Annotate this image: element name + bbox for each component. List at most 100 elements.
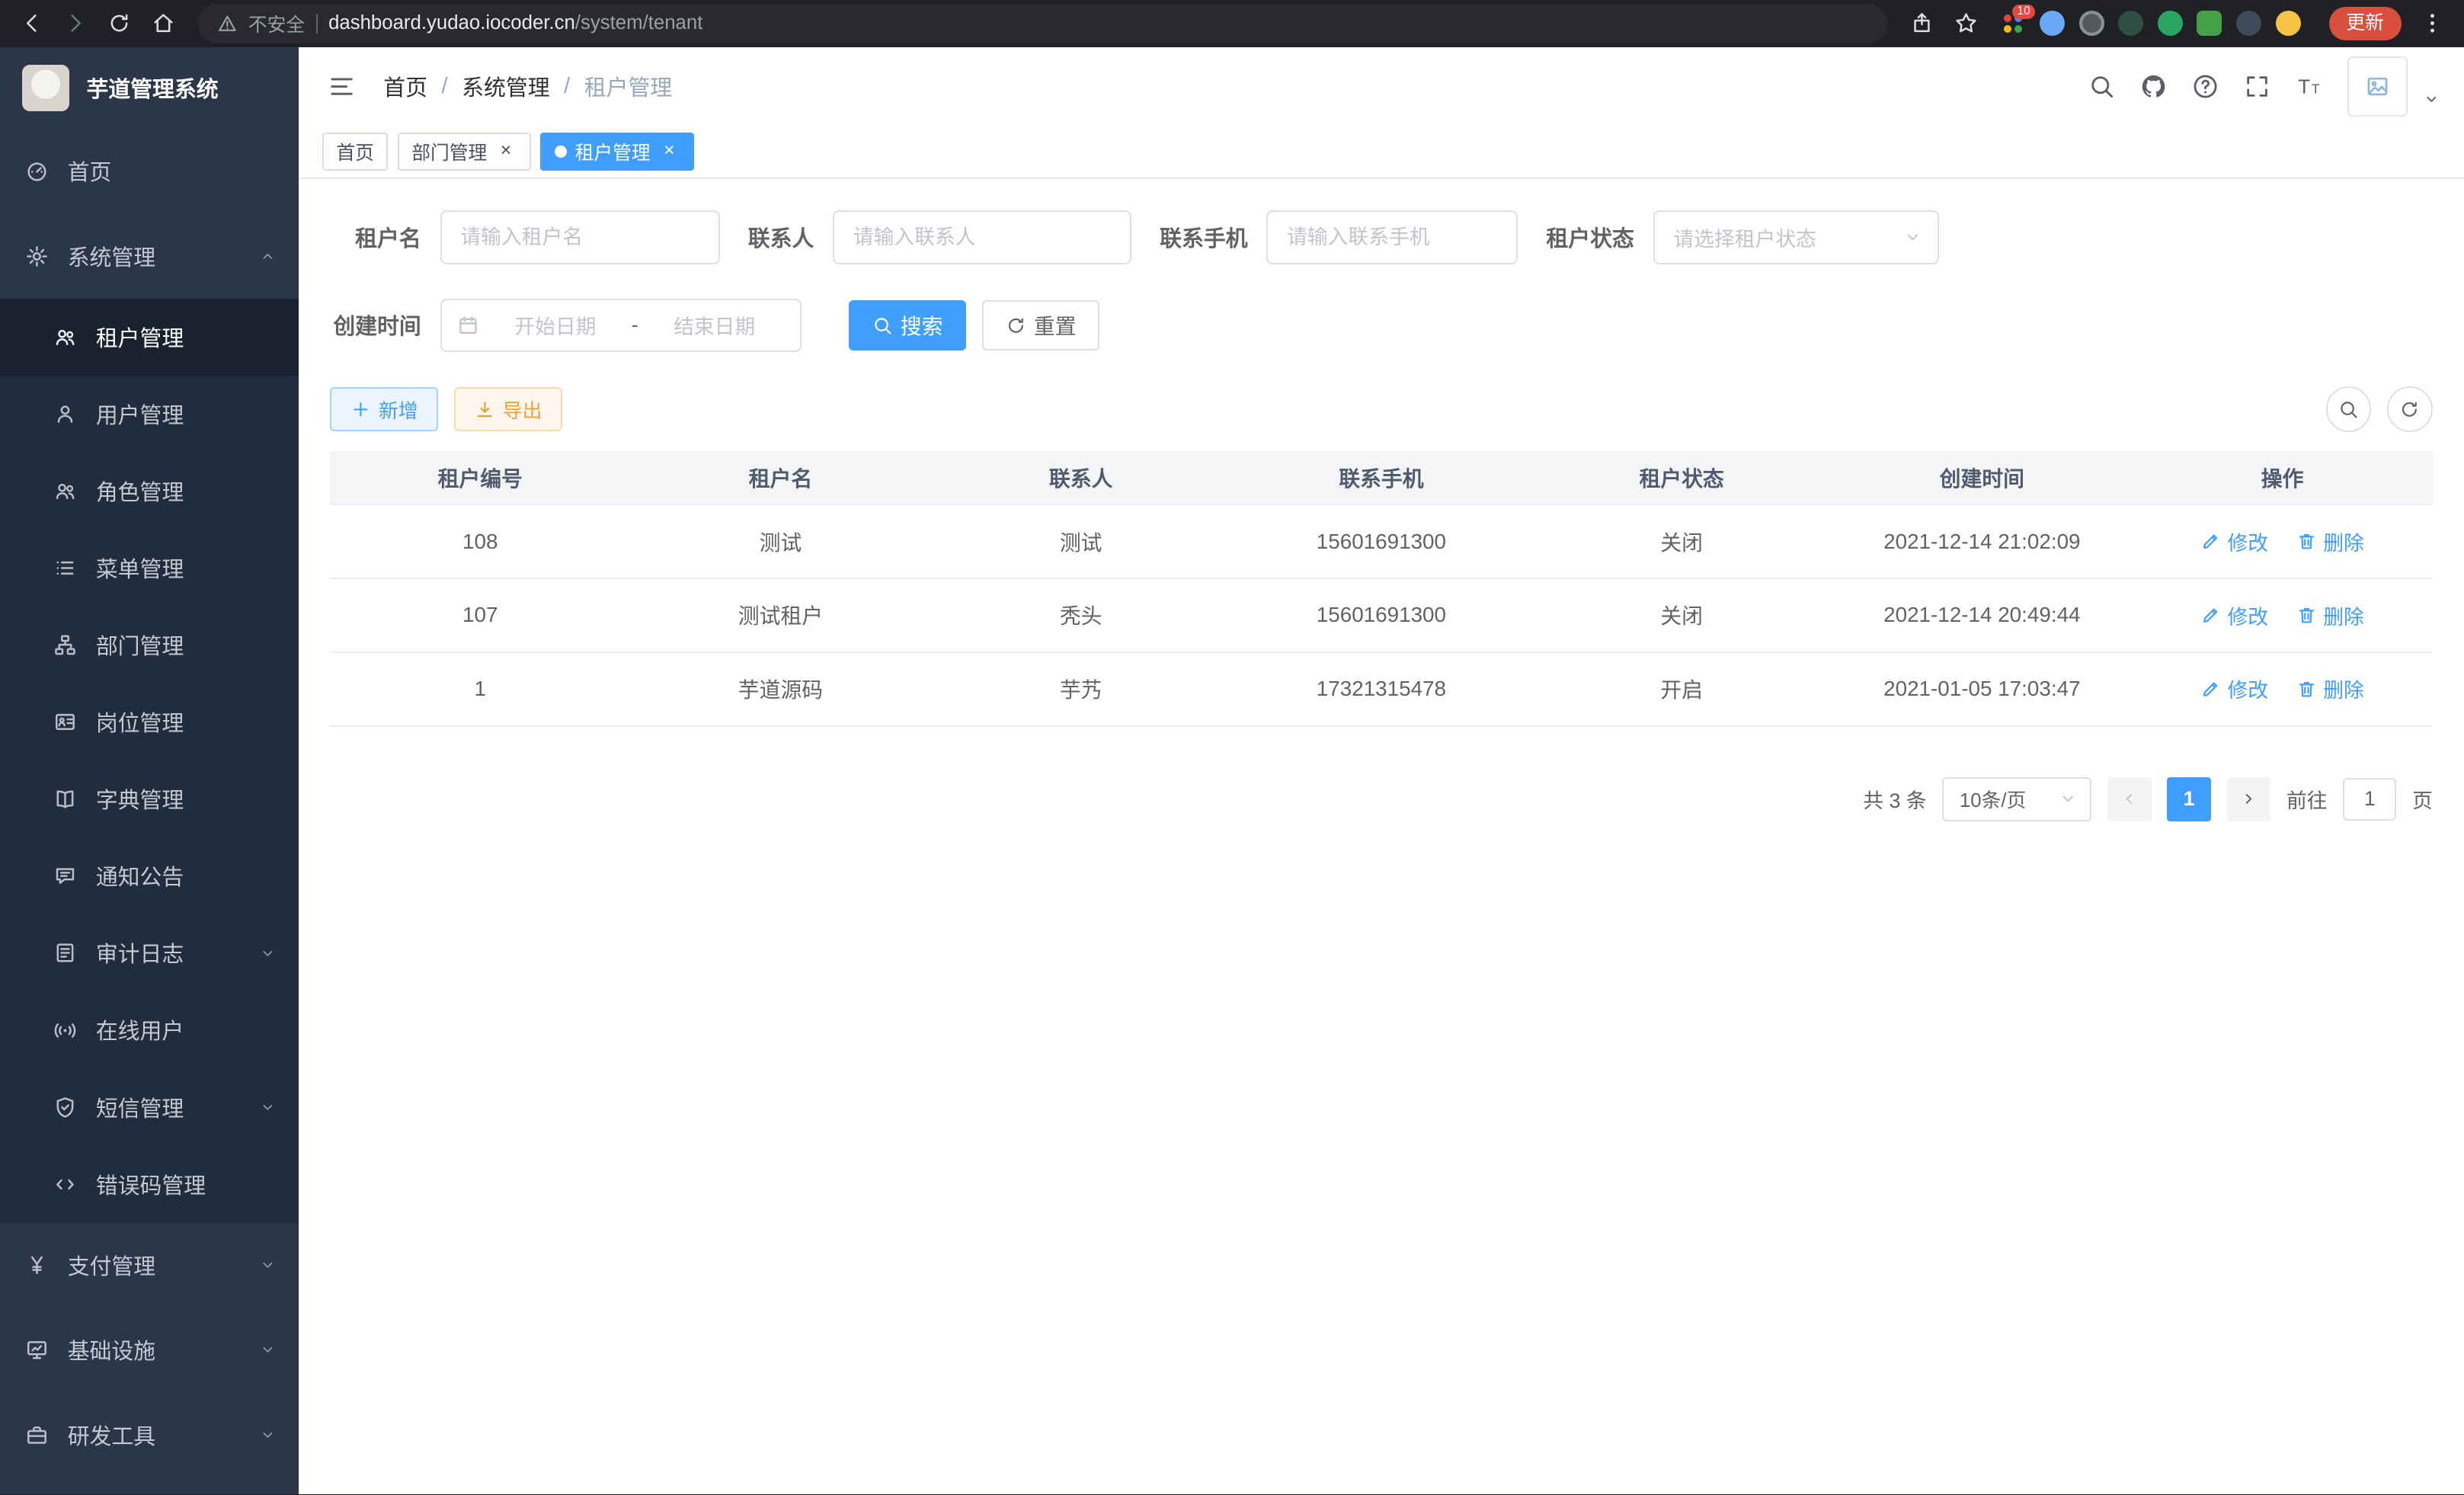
- browser-home-icon[interactable]: [145, 5, 183, 43]
- sidebar-item-label: 首页: [68, 155, 277, 187]
- delete-link[interactable]: 删除: [2296, 674, 2364, 703]
- sidebar-item-dev-tools[interactable]: 研发工具: [0, 1392, 299, 1477]
- browser-back-icon[interactable]: [13, 5, 51, 43]
- code-icon: [53, 1173, 77, 1196]
- cell-actions: 修改删除: [2132, 578, 2432, 652]
- extension-icon[interactable]: [2040, 11, 2065, 36]
- svg-text:T: T: [2299, 75, 2311, 98]
- address-bar[interactable]: 不安全 dashboard.yudao.iocoder.cn/system/te…: [198, 4, 1887, 43]
- sidebar-item-notice-announcement[interactable]: 通知公告: [0, 837, 299, 914]
- trash-icon: [2296, 531, 2317, 552]
- sidebar-item-user-management[interactable]: 用户管理: [0, 376, 299, 453]
- edit-link[interactable]: 修改: [2200, 674, 2268, 703]
- sidebar-item-audit-log[interactable]: 审计日志: [0, 914, 299, 991]
- sidebar-item-error-code-management[interactable]: 错误码管理: [0, 1146, 299, 1223]
- sidebar-item-menu-management[interactable]: 菜单管理: [0, 530, 299, 607]
- reset-button[interactable]: 重置: [982, 300, 1100, 351]
- bookmark-star-icon[interactable]: [1947, 5, 1985, 43]
- sidebar-item-tenant-management[interactable]: 租户管理: [0, 299, 299, 376]
- tag-label: 租户管理: [575, 138, 651, 165]
- avatar-caret-icon[interactable]: [2423, 91, 2440, 108]
- sidebar-item-dept-management[interactable]: 部门管理: [0, 607, 299, 683]
- sidebar-item-role-management[interactable]: 角色管理: [0, 453, 299, 530]
- sidebar-item-post-management[interactable]: 岗位管理: [0, 683, 299, 760]
- extension-icon[interactable]: [2197, 11, 2222, 36]
- extension-icon[interactable]: [2276, 11, 2301, 36]
- sidebar-item-dict-management[interactable]: 字典管理: [0, 760, 299, 837]
- breadcrumb-home[interactable]: 首页: [383, 71, 427, 102]
- online-icon: [53, 1019, 77, 1042]
- chrome-update-button[interactable]: 更新: [2329, 7, 2402, 40]
- sidebar-item-infrastructure[interactable]: 基础设施: [0, 1308, 299, 1392]
- header-search-icon[interactable]: [2088, 73, 2115, 100]
- tenant-name-input[interactable]: [440, 210, 720, 264]
- tag-tenant-management[interactable]: 租户管理 ×: [540, 133, 694, 171]
- delete-link[interactable]: 删除: [2296, 527, 2364, 556]
- svg-text:T: T: [2312, 81, 2320, 96]
- delete-link[interactable]: 删除: [2296, 600, 2364, 630]
- goto-page-input[interactable]: [2343, 778, 2396, 821]
- page-1-button[interactable]: 1: [2167, 777, 2211, 821]
- book-icon: [53, 787, 77, 811]
- close-icon[interactable]: ×: [495, 141, 517, 163]
- extension-icon[interactable]: 10: [2001, 11, 2026, 36]
- help-icon[interactable]: [2192, 73, 2219, 100]
- extension-icon[interactable]: [2118, 11, 2143, 36]
- cell-status: 关闭: [1531, 578, 1832, 652]
- cell-tenant-id: 108: [330, 504, 630, 578]
- page-size-value: 10条/页: [1960, 785, 2059, 813]
- font-size-icon[interactable]: TT: [2296, 73, 2322, 100]
- extension-icon[interactable]: [2158, 11, 2183, 36]
- create-time-range-picker[interactable]: 开始日期 - 结束日期: [440, 299, 802, 352]
- browser-reload-icon[interactable]: [101, 5, 139, 43]
- sidebar-item-online-users[interactable]: 在线用户: [0, 991, 299, 1068]
- edit-link[interactable]: 修改: [2200, 600, 2268, 630]
- sidebar-item-label: 错误码管理: [96, 1169, 277, 1200]
- hamburger-icon[interactable]: [322, 67, 362, 107]
- edit-link[interactable]: 修改: [2200, 527, 2268, 556]
- page-content: 租户名 联系人 联系手机 租户状态 请选择租户状态: [299, 179, 2464, 1494]
- cell-tenant-id: 1: [330, 652, 630, 726]
- browser-chrome: 不安全 dashboard.yudao.iocoder.cn/system/te…: [0, 0, 2464, 47]
- tag-dept-management[interactable]: 部门管理×: [398, 133, 531, 171]
- sidebar-item-payment-management[interactable]: 支付管理: [0, 1223, 299, 1308]
- close-icon[interactable]: ×: [658, 141, 680, 163]
- contact-input[interactable]: [833, 210, 1131, 264]
- date-start-placeholder: 开始日期: [485, 310, 625, 340]
- toggle-search-button[interactable]: [2326, 386, 2372, 432]
- tag-home[interactable]: 首页: [322, 133, 389, 171]
- badge-icon: [53, 710, 77, 734]
- tenant-status-select[interactable]: 请选择租户状态: [1653, 210, 1939, 264]
- extension-icon[interactable]: [2079, 11, 2104, 36]
- browser-menu-icon[interactable]: [2414, 5, 2452, 43]
- dashboard-icon: [25, 159, 49, 183]
- monitor-icon: [25, 1338, 49, 1362]
- broken-image-icon: [2365, 74, 2390, 99]
- share-icon[interactable]: [1903, 5, 1941, 43]
- mobile-label: 联系手机: [1160, 222, 1266, 253]
- browser-forward-icon[interactable]: [56, 5, 94, 43]
- next-page-button[interactable]: [2227, 777, 2271, 821]
- fullscreen-icon[interactable]: [2244, 73, 2270, 100]
- export-button[interactable]: 导出: [454, 387, 562, 431]
- users-icon: [53, 479, 77, 503]
- navbar-actions: TT: [2088, 56, 2440, 116]
- tree-icon: [53, 633, 77, 657]
- refresh-table-button[interactable]: [2387, 386, 2433, 432]
- create-time-label: 创建时间: [330, 309, 440, 341]
- active-dot: [555, 146, 568, 158]
- search-button[interactable]: 搜索: [849, 300, 967, 351]
- github-icon[interactable]: [2140, 73, 2167, 100]
- sidebar-item-home[interactable]: 首页: [0, 129, 299, 213]
- extension-icon[interactable]: [2236, 11, 2261, 36]
- sidebar-item-sms-management[interactable]: 短信管理: [0, 1069, 299, 1146]
- breadcrumb-system[interactable]: 系统管理: [462, 71, 549, 102]
- chevron-down-icon: [2059, 789, 2078, 808]
- sidebar-item-system-management[interactable]: 系统管理: [0, 214, 299, 299]
- page-size-select[interactable]: 10条/页: [1942, 777, 2091, 821]
- prev-page-button[interactable]: [2107, 777, 2152, 821]
- user-avatar[interactable]: [2347, 56, 2407, 116]
- sidebar-item-label: 审计日志: [96, 937, 241, 968]
- add-button[interactable]: 新增: [330, 387, 438, 431]
- mobile-input[interactable]: [1266, 210, 1518, 264]
